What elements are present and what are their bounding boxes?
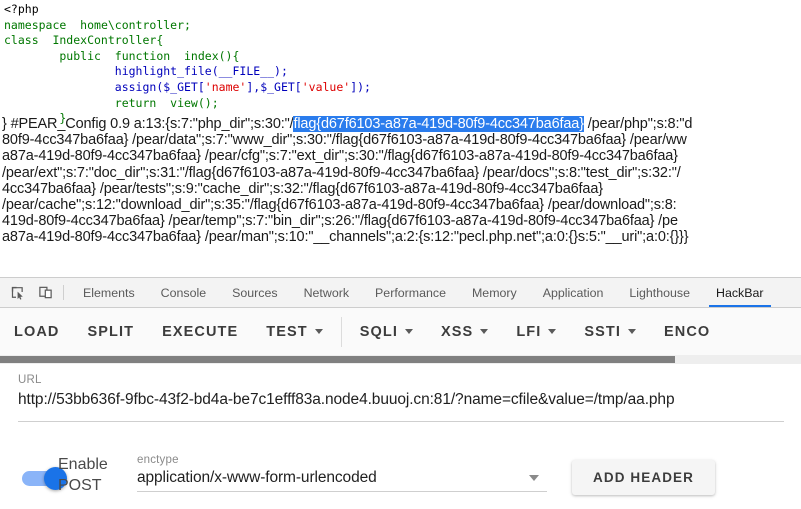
caret-down-icon[interactable] xyxy=(404,329,413,334)
devtools-tab-hackbar[interactable]: HackBar xyxy=(703,278,777,307)
serialized-line: a87a-419d-80f9-4cc347ba6faa} /pear/cfg";… xyxy=(2,148,678,165)
url-input-underline xyxy=(18,421,784,422)
devtools-tab-application[interactable]: Application xyxy=(530,278,617,307)
button-label: SPLIT xyxy=(87,323,135,340)
devtools-tab-elements[interactable]: Elements xyxy=(70,278,148,307)
enable-post-label: Enable POST xyxy=(58,456,108,494)
code-token: <?php xyxy=(4,2,39,16)
page-content-pane: <?php namespace home\controller; class Ind… xyxy=(0,0,801,277)
devtools-icon-separator xyxy=(63,285,64,300)
hackbar-devtools-screenshot: <?php namespace home\controller; class Ind… xyxy=(0,0,801,509)
enctype-label: enctype xyxy=(137,454,179,466)
button-label: EXECUTE xyxy=(162,323,239,340)
code-line: highlight_file(__FILE__); xyxy=(4,64,371,80)
code-token: 'value' xyxy=(301,79,351,94)
code-token: namespace xyxy=(4,17,81,32)
devtools-tab-sources[interactable]: Sources xyxy=(219,278,290,307)
enctype-select-block: enctype application/x-www-form-urlencode… xyxy=(137,454,547,492)
hackbar-toolbar: LOAD SPLIT EXECUTE TEST SQLI XSS LFI SSTI ENCO xyxy=(0,308,801,355)
code-token: ]); xyxy=(350,79,371,94)
code-token: ],$_GET[ xyxy=(246,79,302,94)
serialized-output-dump: } #PEAR_Config 0.9 a:13:{s:7:"php_dir";s… xyxy=(2,116,801,246)
button-label: XSS xyxy=(440,323,474,340)
button-label: SSTI xyxy=(584,323,621,340)
url-field-label: URL xyxy=(18,374,42,386)
code-token: assign($_GET[ xyxy=(4,79,205,94)
serialized-line: /pear/ext";s:7:"doc_dir";s:31:"/flag{d67… xyxy=(2,164,681,181)
serialized-line: 419d-80f9-4cc347ba6faa} /pear/temp";s:7:… xyxy=(2,213,678,230)
code-line: class IndexController{ xyxy=(4,33,371,49)
serialized-line: /pear/cache";s:12:"download_dir";s:35:"/… xyxy=(2,197,677,214)
devtools-icon-group xyxy=(0,278,60,307)
add-header-button[interactable]: ADD HEADER xyxy=(572,460,716,495)
post-options-row: Enable POST enctype application/x-www-fo… xyxy=(0,440,801,509)
devtools-tab-lighthouse[interactable]: Lighthouse xyxy=(616,278,703,307)
hackbar-test-button[interactable]: TEST xyxy=(252,308,336,355)
hackbar-lfi-button[interactable]: LFI xyxy=(502,308,570,355)
url-field-block: URL http://53bb636f-9fbc-43f2-bd4a-be7c1… xyxy=(0,364,801,440)
serialized-line: 4cc347ba6faa} /pear/tests";s:9:"cache_di… xyxy=(2,180,603,197)
code-line: return view(); xyxy=(4,96,371,112)
serialized-line: } #PEAR_Config 0.9 a:13:{s:7:"php_dir";s… xyxy=(2,116,693,132)
devtools-tab-network[interactable]: Network xyxy=(291,278,362,307)
serialized-line: 80f9-4cc347ba6faa} /pear/data";s:7:"www_… xyxy=(2,132,687,149)
hackbar-sqli-button[interactable]: SQLI xyxy=(346,308,427,355)
code-token: home\controller; xyxy=(80,17,191,32)
code-line: <?php xyxy=(4,2,371,18)
caret-down-icon[interactable] xyxy=(480,329,489,334)
hackbar-xss-button[interactable]: XSS xyxy=(427,308,502,355)
devtools-tabs: Elements Console Sources Network Performance… xyxy=(70,278,801,307)
button-label: ENCO xyxy=(664,323,711,340)
caret-down-icon[interactable] xyxy=(628,329,636,334)
code-token: class IndexController{ xyxy=(4,33,164,48)
hackbar-enco-button[interactable]: ENCO xyxy=(650,308,724,355)
hackbar-toolbar-scrollbar-thumb[interactable] xyxy=(0,356,675,363)
hackbar-load-button[interactable]: LOAD xyxy=(0,308,73,355)
enctype-select[interactable]: application/x-www-form-urlencoded xyxy=(137,469,547,487)
enctype-underline xyxy=(137,491,547,492)
code-line: public function index(){ xyxy=(4,49,371,65)
button-label: LOAD xyxy=(14,323,60,340)
enctype-value: application/x-www-form-urlencoded xyxy=(137,469,377,486)
code-token: public function index(){ xyxy=(4,48,240,63)
inspect-element-icon[interactable] xyxy=(7,282,28,303)
code-token: 'name' xyxy=(204,79,247,94)
caret-down-icon[interactable] xyxy=(548,329,557,334)
code-line: namespace home\controller; xyxy=(4,18,371,34)
caret-down-icon[interactable] xyxy=(314,329,323,334)
devtools-tab-bar: Elements Console Sources Network Performance… xyxy=(0,277,801,308)
selected-flag-text: flag{d67f6103-a87a-419d-80f9-4cc347ba6fa… xyxy=(293,116,584,132)
php-source-code: <?php namespace home\controller; class Ind… xyxy=(4,2,371,127)
devtools-tab-console[interactable]: Console xyxy=(148,278,219,307)
serialized-line: a87a-419d-80f9-4cc347ba6faa} /pear/man";… xyxy=(2,229,689,246)
toolbar-divider xyxy=(340,316,342,347)
device-toolbar-icon[interactable] xyxy=(35,282,56,303)
devtools-tab-performance[interactable]: Performance xyxy=(362,278,459,307)
hackbar-ssti-button[interactable]: SSTI xyxy=(570,308,650,355)
devtools-tab-memory[interactable]: Memory xyxy=(459,278,530,307)
url-input[interactable]: http://53bb636f-9fbc-43f2-bd4a-be7c1efff… xyxy=(18,391,675,409)
code-token: return view(); xyxy=(4,95,219,110)
hackbar-split-button[interactable]: SPLIT xyxy=(73,308,148,355)
code-token: highlight_file(__FILE__); xyxy=(4,64,288,79)
code-line: assign($_GET['name'],$_GET['value']); xyxy=(4,80,371,96)
hackbar-execute-button[interactable]: EXECUTE xyxy=(148,308,252,355)
button-label: LFI xyxy=(516,323,542,340)
chevron-down-icon[interactable] xyxy=(529,475,539,481)
button-label: TEST xyxy=(266,323,308,340)
button-label: SQLI xyxy=(359,323,398,340)
